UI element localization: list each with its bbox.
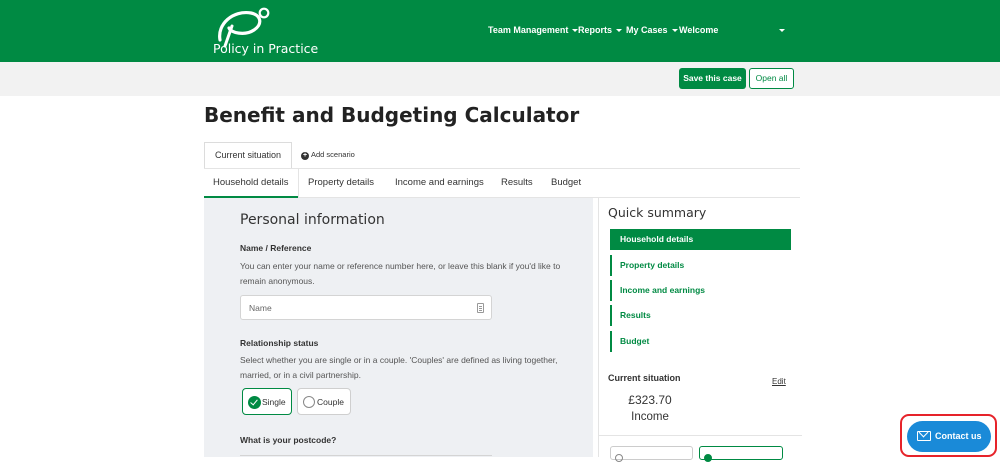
- summary-item-property-details[interactable]: Property details: [610, 255, 791, 276]
- relationship-option-couple[interactable]: Couple: [297, 388, 351, 415]
- case-toolbar: [0, 62, 1000, 96]
- name-field-wrapper: [240, 295, 492, 320]
- logo-text: Policy in Practice: [213, 41, 319, 56]
- mail-icon: [917, 431, 931, 441]
- contact-us-label: Contact us: [935, 431, 982, 441]
- plus-circle-icon: +: [301, 152, 309, 160]
- chevron-down-icon: [616, 29, 623, 33]
- tab-household-details[interactable]: Household details: [213, 177, 289, 188]
- page-title: Benefit and Budgeting Calculator: [204, 103, 580, 127]
- radio-unchecked-icon: [303, 396, 315, 408]
- nav-welcome-label: Welcome: [679, 25, 719, 35]
- summary-item-results[interactable]: Results: [610, 305, 791, 326]
- tab-results[interactable]: Results: [501, 177, 533, 188]
- nav-my-cases-label: My Cases: [626, 25, 668, 35]
- summary-item-budget[interactable]: Budget: [610, 331, 791, 352]
- summary-divider: [598, 435, 802, 436]
- section-title: Personal information: [240, 212, 385, 228]
- postcode-label: What is your postcode?: [240, 435, 337, 445]
- relationship-label: Relationship status: [240, 338, 319, 348]
- radio-unchecked-icon: [615, 454, 623, 462]
- nav-welcome[interactable]: Welcome: [679, 25, 718, 35]
- user-menu-toggle[interactable]: [775, 25, 785, 35]
- save-case-button[interactable]: Save this case: [679, 68, 746, 89]
- tab-divider: [298, 169, 299, 198]
- relationship-option-single[interactable]: Single: [242, 388, 292, 415]
- nav-team-management-label: Team Management: [488, 25, 569, 35]
- nav-reports-label: Reports: [578, 25, 613, 35]
- tab-budget[interactable]: Budget: [551, 177, 581, 188]
- add-scenario-label: Add scenario: [311, 150, 355, 159]
- couple-label: Couple: [317, 397, 344, 407]
- relationship-help-text: Select whether you are single or in a co…: [240, 355, 558, 380]
- income-amount: £323.70: [628, 393, 672, 407]
- income-label: Income: [631, 411, 669, 423]
- current-situation-heading: Current situation: [608, 373, 681, 383]
- nav-reports[interactable]: Reports: [578, 25, 623, 35]
- quick-summary-title: Quick summary: [608, 205, 707, 220]
- radio-checked-icon: [704, 454, 712, 462]
- contact-us-button[interactable]: Contact us: [907, 421, 991, 452]
- chevron-down-icon: [779, 29, 785, 33]
- tab-income-and-earnings[interactable]: Income and earnings: [395, 177, 484, 188]
- scenario-tab-current[interactable]: Current situation: [204, 142, 292, 168]
- summary-item-income-and-earnings[interactable]: Income and earnings: [610, 280, 791, 301]
- nav-team-management[interactable]: Team Management: [488, 25, 579, 35]
- name-help-text: You can enter your name or reference num…: [240, 261, 561, 286]
- summary-item-household-details[interactable]: Household details: [610, 229, 791, 250]
- tab-property-details[interactable]: Property details: [308, 177, 374, 188]
- clipboard-icon: [477, 303, 484, 313]
- nav-my-cases[interactable]: My Cases: [626, 25, 678, 35]
- summary-option-card-selected[interactable]: [699, 446, 783, 462]
- open-all-button[interactable]: Open all: [749, 68, 794, 89]
- name-field[interactable]: [241, 296, 461, 319]
- section-tabs: Household details Property details Incom…: [204, 168, 800, 198]
- name-label: Name / Reference: [240, 243, 312, 253]
- summary-option-card[interactable]: [610, 446, 693, 462]
- household-form-panel: [204, 198, 593, 457]
- single-label: Single: [262, 397, 286, 407]
- chevron-down-icon: [671, 29, 678, 33]
- check-circle-icon: [248, 396, 261, 409]
- edit-link[interactable]: Edit: [772, 377, 786, 386]
- add-scenario-button[interactable]: + Add scenario: [301, 150, 355, 160]
